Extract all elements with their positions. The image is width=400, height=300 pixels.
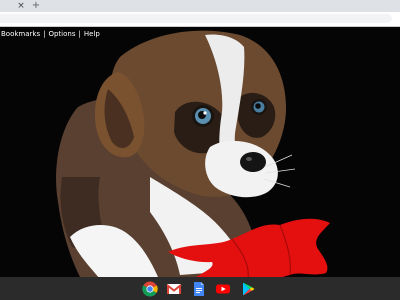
docs-icon[interactable] xyxy=(191,281,207,297)
ntp-links: Bookmarks | Options | Help xyxy=(1,30,100,39)
chrome-icon[interactable] xyxy=(142,281,158,297)
os-shelf xyxy=(0,277,400,300)
options-link[interactable]: Options xyxy=(48,30,75,38)
tab-strip: × + xyxy=(0,0,400,12)
new-tab-page: Bookmarks | Options | Help xyxy=(0,27,400,300)
play-store-icon[interactable] xyxy=(240,281,256,297)
puppy-background-image xyxy=(0,27,400,300)
links-separator: | xyxy=(43,30,46,38)
gmail-icon[interactable] xyxy=(166,281,182,297)
links-separator: | xyxy=(78,30,81,38)
address-bar[interactable] xyxy=(0,14,392,23)
browser-toolbar xyxy=(0,12,400,26)
bookmarks-link[interactable]: Bookmarks xyxy=(1,30,40,38)
new-tab-button[interactable]: + xyxy=(31,0,41,12)
close-tab-icon[interactable]: × xyxy=(16,0,26,12)
youtube-icon[interactable] xyxy=(215,281,231,297)
help-link[interactable]: Help xyxy=(84,30,100,38)
